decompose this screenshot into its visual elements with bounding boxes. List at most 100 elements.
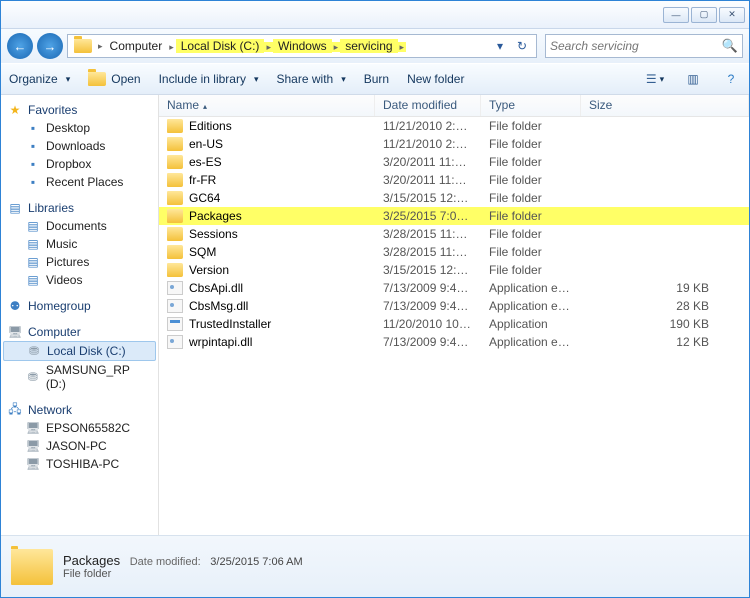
- tree-item[interactable]: 🖥EPSON65582C: [3, 419, 156, 437]
- search-box[interactable]: 🔍: [545, 34, 743, 58]
- chevron-right-icon[interactable]: ▸: [264, 42, 273, 52]
- col-type[interactable]: Type: [481, 95, 581, 116]
- open-label: Open: [111, 72, 140, 86]
- network-group[interactable]: 🖧Network: [3, 401, 156, 419]
- view-menu[interactable]: ☰: [645, 70, 665, 88]
- details-mod-label: Date modified:: [130, 556, 201, 568]
- tree-item[interactable]: ▤Pictures: [3, 253, 156, 271]
- breadcrumb-seg-2[interactable]: Windows: [273, 39, 332, 53]
- preview-pane-button[interactable]: ▥: [683, 70, 703, 88]
- network-icon: 🖧: [7, 403, 23, 417]
- forward-button[interactable]: →: [37, 33, 63, 59]
- maximize-button[interactable]: ▢: [691, 7, 717, 23]
- details-name: Packages: [63, 553, 120, 568]
- search-input[interactable]: [550, 39, 722, 53]
- folder-icon: [167, 227, 183, 241]
- lib-icon: ▤: [25, 219, 41, 233]
- include-library-menu[interactable]: Include in library: [159, 72, 259, 86]
- folder-icon: [167, 209, 183, 223]
- help-button[interactable]: ?: [721, 70, 741, 88]
- open-button[interactable]: Open: [88, 72, 140, 86]
- nav-tree: ★Favorites ▪Desktop▪Downloads▪Dropbox▪Re…: [1, 95, 159, 535]
- details-pane: Packages Date modified: 3/25/2015 7:06 A…: [1, 535, 749, 597]
- folder-icon: [167, 119, 183, 133]
- dll-icon: [167, 335, 183, 349]
- address-bar[interactable]: ▸ Computer▸Local Disk (C:)▸Windows▸servi…: [67, 34, 537, 58]
- tree-item[interactable]: ⛃SAMSUNG_RP (D:): [3, 361, 156, 393]
- tree-item[interactable]: ⛃Local Disk (C:): [3, 341, 156, 361]
- col-name[interactable]: Name: [159, 95, 375, 116]
- toolbar: Organize Open Include in library Share w…: [1, 63, 749, 95]
- share-with-menu[interactable]: Share with: [277, 72, 346, 86]
- chevron-right-icon[interactable]: ▸: [96, 41, 105, 52]
- breadcrumb-seg-0[interactable]: Computer: [105, 39, 168, 53]
- file-list: Name Date modified Type Size Editions11/…: [159, 95, 749, 535]
- folder-icon: [167, 191, 183, 205]
- refresh-button[interactable]: ↻: [512, 36, 532, 56]
- open-folder-icon: [88, 72, 106, 86]
- libraries-icon: ▤: [7, 201, 23, 215]
- folder-icon: [167, 245, 183, 259]
- exe-icon: [167, 317, 183, 331]
- tree-item[interactable]: 🖥TOSHIBA-PC: [3, 455, 156, 473]
- tree-item[interactable]: ▤Music: [3, 235, 156, 253]
- tree-item[interactable]: ▪Dropbox: [3, 155, 156, 173]
- file-row[interactable]: Sessions3/28/2015 11:47 AMFile folder: [159, 225, 749, 243]
- lib-icon: ▪: [25, 175, 41, 189]
- tree-item[interactable]: ▪Downloads: [3, 137, 156, 155]
- back-button[interactable]: ←: [7, 33, 33, 59]
- lib-icon: ▤: [25, 273, 41, 287]
- column-headers: Name Date modified Type Size: [159, 95, 749, 117]
- tree-item[interactable]: ▪Desktop: [3, 119, 156, 137]
- file-row[interactable]: Packages3/25/2015 7:06 AMFile folder: [159, 207, 749, 225]
- search-icon[interactable]: 🔍: [722, 38, 738, 54]
- file-row[interactable]: CbsMsg.dll7/13/2009 9:40 PMApplication e…: [159, 297, 749, 315]
- file-row[interactable]: SQM3/28/2015 11:47 AMFile folder: [159, 243, 749, 261]
- file-row[interactable]: es-ES3/20/2011 11:25 PMFile folder: [159, 153, 749, 171]
- lib-icon: ▪: [25, 139, 41, 153]
- file-row[interactable]: en-US11/21/2010 2:06 AMFile folder: [159, 135, 749, 153]
- address-dropdown-button[interactable]: ▾: [490, 36, 510, 56]
- content-area: ★Favorites ▪Desktop▪Downloads▪Dropbox▪Re…: [1, 95, 749, 535]
- file-row[interactable]: wrpintapi.dll7/13/2009 9:42 PMApplicatio…: [159, 333, 749, 351]
- folder-icon: [167, 155, 183, 169]
- chevron-right-icon[interactable]: ▸: [167, 42, 176, 52]
- navbar: ← → ▸ Computer▸Local Disk (C:)▸Windows▸s…: [1, 29, 749, 63]
- chevron-right-icon[interactable]: ▸: [332, 42, 341, 52]
- breadcrumb-seg-3[interactable]: servicing: [340, 39, 397, 53]
- lib-icon: ▤: [25, 237, 41, 251]
- tree-item[interactable]: ▪Recent Places: [3, 173, 156, 191]
- chevron-right-icon[interactable]: ▸: [398, 42, 407, 52]
- lib-icon: ▪: [25, 157, 41, 171]
- lib-icon: ▤: [25, 255, 41, 269]
- drv-icon: 🖥: [25, 457, 41, 471]
- details-mod-value: 3/25/2015 7:06 AM: [210, 556, 302, 568]
- new-folder-button[interactable]: New folder: [407, 72, 464, 86]
- favorites-group[interactable]: ★Favorites: [3, 101, 156, 119]
- tree-item[interactable]: 🖥JASON-PC: [3, 437, 156, 455]
- dll-icon: [167, 299, 183, 313]
- organize-menu[interactable]: Organize: [9, 72, 70, 86]
- col-size[interactable]: Size: [581, 95, 749, 116]
- computer-icon: 🖥: [7, 325, 23, 339]
- file-row[interactable]: TrustedInstaller11/20/2010 10:24 ...Appl…: [159, 315, 749, 333]
- lib-icon: ▪: [25, 121, 41, 135]
- file-row[interactable]: Version3/15/2015 12:42 PMFile folder: [159, 261, 749, 279]
- file-row[interactable]: CbsApi.dll7/13/2009 9:40 PMApplication e…: [159, 279, 749, 297]
- libraries-group[interactable]: ▤Libraries: [3, 199, 156, 217]
- minimize-button[interactable]: —: [663, 7, 689, 23]
- close-button[interactable]: ✕: [719, 7, 745, 23]
- file-row[interactable]: Editions11/21/2010 2:17 AMFile folder: [159, 117, 749, 135]
- tree-item[interactable]: ▤Documents: [3, 217, 156, 235]
- burn-button[interactable]: Burn: [364, 72, 389, 86]
- homegroup-group[interactable]: ⚉Homegroup: [3, 297, 156, 315]
- breadcrumb-seg-1[interactable]: Local Disk (C:): [176, 39, 265, 53]
- drv-icon: 🖥: [25, 421, 41, 435]
- col-date[interactable]: Date modified: [375, 95, 481, 116]
- computer-group[interactable]: 🖥Computer: [3, 323, 156, 341]
- drv-icon: ⛃: [25, 370, 41, 384]
- file-row[interactable]: GC643/15/2015 12:27 PMFile folder: [159, 189, 749, 207]
- tree-item[interactable]: ▤Videos: [3, 271, 156, 289]
- drv-icon: ⛃: [26, 344, 42, 358]
- file-row[interactable]: fr-FR3/20/2011 11:10 PMFile folder: [159, 171, 749, 189]
